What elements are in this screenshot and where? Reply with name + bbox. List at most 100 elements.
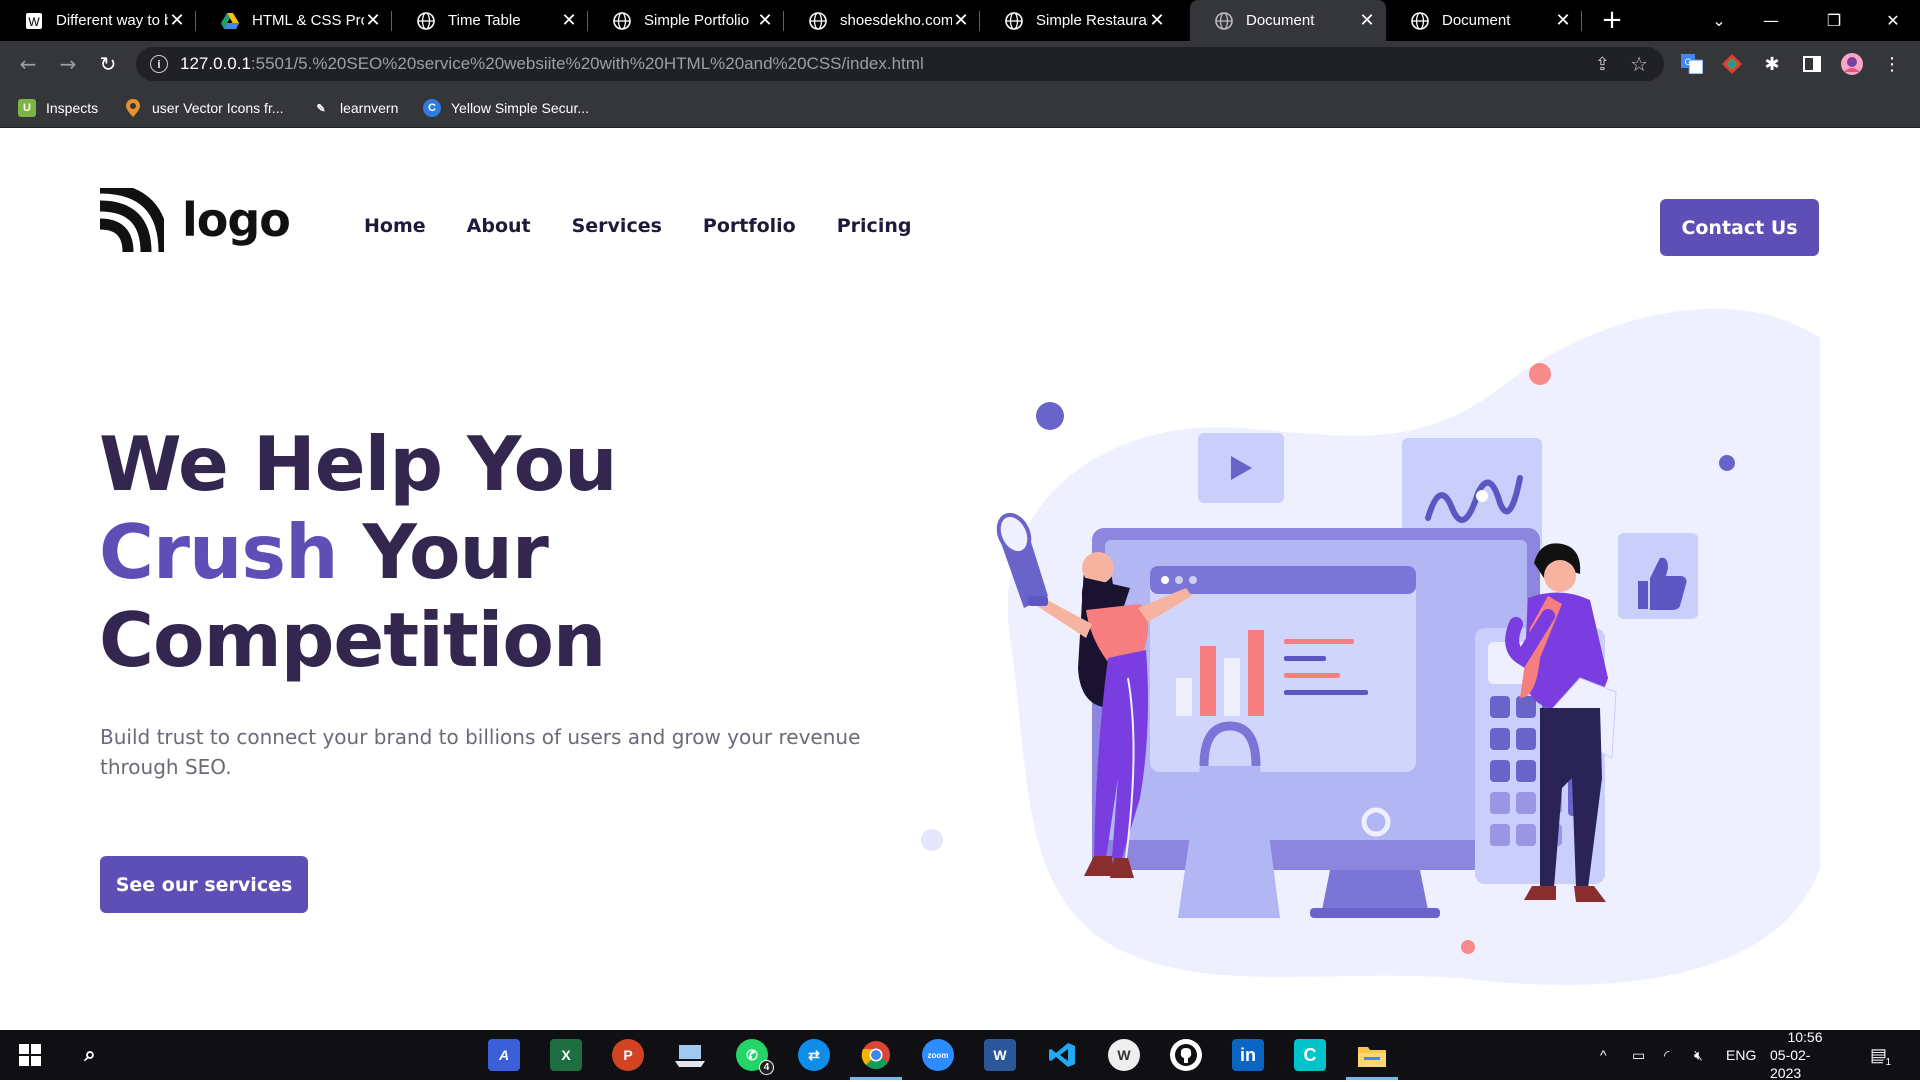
zoom-icon[interactable]: zoom [922,1039,954,1071]
app-a-icon[interactable]: A [488,1039,520,1071]
color-picker-extension-icon[interactable] [1720,52,1744,76]
decor-dot [1529,363,1551,385]
battery-icon[interactable]: ▭ [1632,1030,1645,1080]
hero-highlight: Crush [99,508,338,596]
powerpoint-icon[interactable]: P [612,1039,644,1071]
translate-extension-icon[interactable]: G [1680,52,1704,76]
tab-1[interactable]: W Different way to b ✕ [0,0,196,41]
notifications-icon[interactable]: ▤ 1 [1870,1030,1894,1080]
info-icon[interactable]: i [150,55,168,73]
minimize-button[interactable]: — [1740,0,1802,41]
hero-line-1: We Help You [99,420,618,508]
globe-icon [1410,11,1430,31]
nav-home[interactable]: Home [364,215,426,237]
tab-close-icon[interactable]: ✕ [1358,10,1376,31]
linkedin-icon[interactable]: in [1232,1039,1264,1071]
vscode-icon[interactable] [1046,1039,1078,1071]
tab-8[interactable]: Document ✕ [1386,0,1582,41]
globe-icon [808,11,828,31]
bookmark-star-icon[interactable]: ☆ [1630,52,1648,76]
windows-start-icon[interactable] [14,1039,46,1071]
tab-title: Different way to b [56,12,168,29]
url-text[interactable]: 127.0.0.1:5501/5.%20SEO%20service%20webs… [180,54,924,74]
hero-title: We Help You Crush Your Competition [99,420,618,684]
back-arrow-icon[interactable]: ← [14,50,42,78]
extensions-puzzle-icon[interactable]: ✱ [1760,52,1784,76]
tab-close-icon[interactable]: ✕ [952,10,970,31]
new-tab-button[interactable]: + [1598,7,1626,35]
canva-app-icon[interactable]: C [1294,1039,1326,1071]
bookmark-learnvern[interactable]: ✎ learnvern [312,96,398,120]
logo-text: logo [182,193,291,247]
reload-icon[interactable]: ↻ [94,50,122,78]
bookmark-label: learnvern [340,100,399,116]
tab-close-icon[interactable]: ✕ [168,10,186,31]
seo-marketing-illustration [921,308,1820,985]
globe-icon [1004,11,1024,31]
tab-6[interactable]: Simple Restauran ✕ [980,0,1176,41]
nav-portfolio[interactable]: Portfolio [703,215,796,237]
wordpress-app-icon[interactable]: W [1108,1039,1140,1071]
tab-title: Simple Portfolio [644,12,750,29]
site-logo[interactable]: logo [100,188,291,252]
tab-strip: W Different way to b ✕ HTML & CSS Proj ✕… [0,0,1920,41]
globe-icon [1214,11,1234,31]
nav-services[interactable]: Services [572,215,662,237]
toolbar: ← → ↻ i 127.0.0.1:5501/5.%20SEO%20servic… [0,41,1920,87]
whatsapp-icon[interactable]: ✆ 4 [736,1039,774,1075]
tab-title: Document [1246,12,1315,29]
share-icon[interactable]: ⇪ [1595,54,1610,75]
tab-close-icon[interactable]: ✕ [364,10,382,31]
tab-3[interactable]: Time Table ✕ [392,0,588,41]
address-bar[interactable]: i 127.0.0.1:5501/5.%20SEO%20service%20we… [136,47,1664,81]
restore-button[interactable]: ❐ [1803,0,1865,41]
google-drive-icon [220,11,240,31]
bookmark-yellow-simple[interactable]: C Yellow Simple Secur... [423,96,589,120]
menu-kebab-icon[interactable]: ⋮ [1880,52,1904,76]
excel-icon[interactable]: X [550,1039,582,1071]
laptop-app-icon[interactable] [674,1039,706,1071]
bar-chart-bar [1176,678,1192,716]
decor-dot [1036,402,1064,430]
bar-chart-bar [1200,646,1216,716]
see-services-button[interactable]: See our services [100,856,308,913]
tab-4[interactable]: Simple Portfolio ✕ [588,0,784,41]
tab-close-icon[interactable]: ✕ [560,10,578,31]
bookmark-label: Yellow Simple Secur... [451,100,589,116]
search-icon[interactable]: ⌕ [74,1039,106,1071]
tab-close-icon[interactable]: ✕ [1148,10,1166,31]
nav-about[interactable]: About [467,215,531,237]
tab-close-icon[interactable]: ✕ [756,10,774,31]
tray-chevron-icon[interactable]: ^ [1600,1030,1607,1080]
chrome-icon[interactable] [850,1039,902,1080]
clock[interactable]: 10:56 05-02-2023 [1770,1029,1840,1081]
github-icon[interactable] [1170,1039,1202,1071]
clock-time: 10:56 [1787,1029,1823,1045]
decor-dot [1461,940,1475,954]
volume-muted-icon[interactable]: 🔇︎ [1694,1030,1703,1080]
forward-arrow-icon[interactable]: → [54,50,82,78]
main-nav: Home About Services Portfolio Pricing [364,215,952,237]
bar-chart-bar [1248,630,1264,716]
tab-5[interactable]: shoesdekho.com ✕ [784,0,980,41]
tab-7-active[interactable]: Document ✕ [1190,0,1386,41]
profile-avatar[interactable] [1840,52,1864,76]
wifi-icon[interactable]: ◜ [1664,1030,1669,1080]
contact-us-button[interactable]: Contact Us [1660,199,1819,256]
language-indicator[interactable]: ENG [1726,1030,1756,1080]
file-explorer-icon[interactable] [1346,1039,1398,1080]
bar-chart-bar [1224,658,1240,716]
bookmark-inspects[interactable]: U Inspects [18,96,98,120]
learnvern-icon: ✎ [316,102,326,115]
side-panel-icon[interactable] [1800,52,1824,76]
nav-pricing[interactable]: Pricing [837,215,912,237]
tab-close-icon[interactable]: ✕ [1554,10,1572,31]
globe-icon [612,11,632,31]
tab-title: Document [1442,12,1511,29]
tab-2[interactable]: HTML & CSS Proj ✕ [196,0,392,41]
close-window-button[interactable]: ✕ [1862,0,1920,41]
bookmark-vector-icons[interactable]: user Vector Icons fr... [124,96,284,120]
teamviewer-icon[interactable]: ⇄ [798,1039,830,1071]
word-icon[interactable]: W [984,1039,1016,1071]
clock-date: 05-02-2023 [1770,1047,1811,1081]
